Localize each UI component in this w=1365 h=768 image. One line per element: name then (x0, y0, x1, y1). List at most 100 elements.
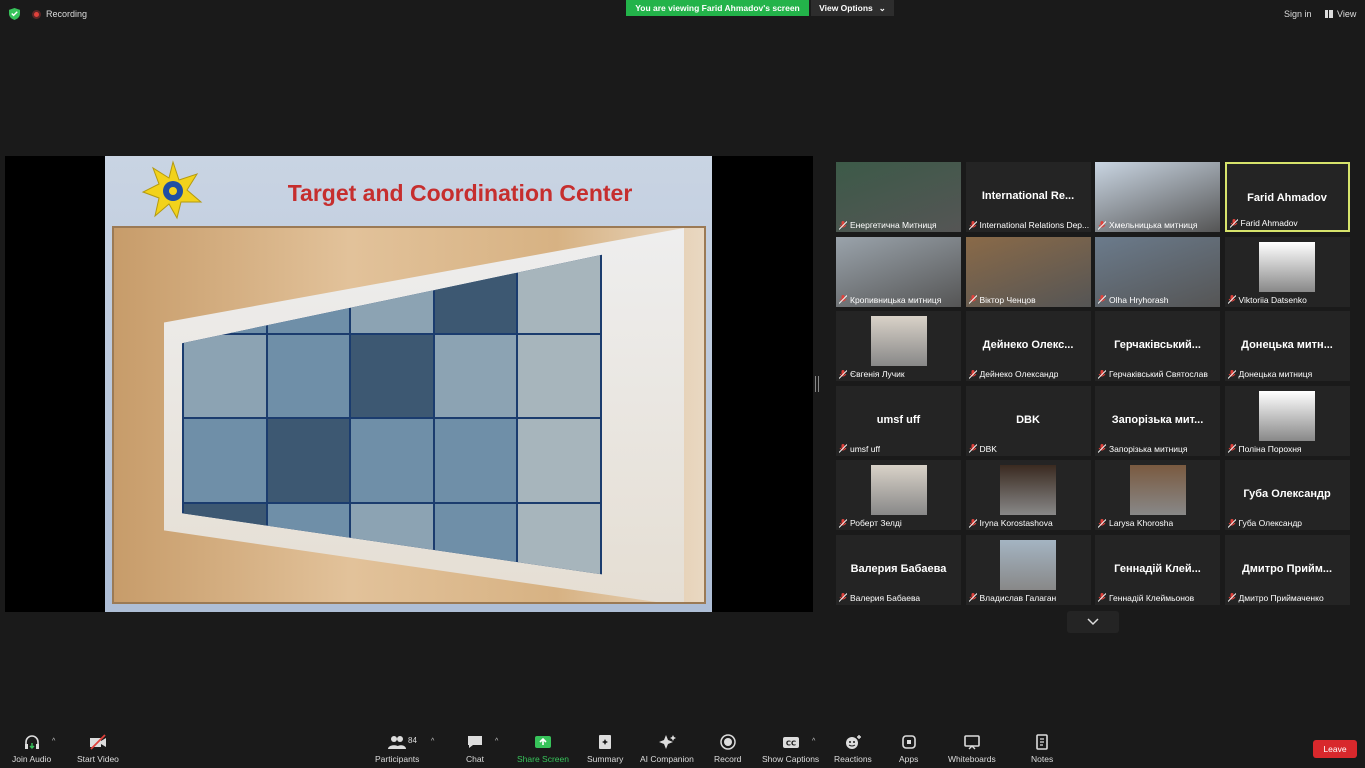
participant-display-name: umsf uff (876, 413, 921, 426)
participant-avatar (1000, 539, 1056, 590)
record-label: Record (714, 754, 742, 764)
participant-tile[interactable]: Владислав Галаган (965, 534, 1091, 605)
leave-button[interactable]: Leave (1313, 740, 1357, 758)
mic-muted-icon (968, 444, 977, 453)
participant-name-label: Iryna Korostashova (968, 518, 1053, 528)
mic-muted-icon (839, 295, 847, 304)
participant-tile[interactable]: umsf uff umsf uff (836, 385, 961, 456)
participant-tile[interactable]: Запорізька мит... Запорізька митниця (1095, 385, 1220, 456)
participant-name-label: Енергетична Митниця (839, 220, 937, 230)
view-label: View (1337, 9, 1357, 19)
participant-name: Larysa Khorosha (1109, 518, 1174, 528)
participant-tile[interactable]: Губа Олександр Губа Олександр (1224, 460, 1350, 530)
participant-avatar (1259, 390, 1315, 441)
participant-tile[interactable]: International Re... International Relatio… (965, 162, 1091, 232)
closed-captions-icon: CC (782, 737, 799, 748)
participant-tile[interactable]: Поліна Порохня (1224, 385, 1350, 456)
participant-tile[interactable]: Донецька митн... Донецька митниця (1224, 311, 1350, 381)
mic-muted-icon (1098, 444, 1106, 453)
mic-muted-icon (1098, 295, 1106, 304)
start-video-button[interactable]: Start Video (77, 734, 119, 764)
participant-tile[interactable]: Валерия Бабаева Валерия Бабаева (836, 534, 961, 605)
participant-tile[interactable]: Olha Hryhorash (1095, 236, 1220, 307)
participant-display-name: Валерия Бабаева (850, 562, 947, 575)
participant-name: Герчаківський Святослав (1109, 369, 1208, 379)
sign-in-link[interactable]: Sign in (1284, 9, 1312, 19)
mic-muted-icon (1098, 518, 1106, 528)
participant-name: Viktoriia Datsenko (1238, 294, 1307, 305)
participant-tile[interactable]: Герчаківський... Герчаківський Святослав (1095, 311, 1220, 381)
participant-display-name: Запорізька мит... (1111, 413, 1204, 426)
participant-tile[interactable]: Енергетична Митниця (836, 162, 961, 232)
participant-display-name: International Re... (981, 190, 1075, 202)
mic-muted-icon (1227, 295, 1236, 304)
participant-name: Валерия Бабаева (850, 592, 921, 603)
apps-button[interactable]: Apps (899, 734, 918, 764)
captions-options-caret[interactable]: ^ (812, 738, 815, 745)
participant-tile[interactable]: DBK DBK (965, 385, 1091, 456)
show-captions-button[interactable]: CC Show Captions (762, 734, 819, 764)
participant-avatar (1259, 241, 1315, 292)
participant-name: International Relations Dep... (979, 220, 1089, 230)
participant-name-label: Віктор Ченцов (968, 295, 1036, 305)
record-button[interactable]: Record (714, 734, 741, 764)
audio-options-caret[interactable]: ^ (52, 738, 55, 745)
participant-tile[interactable]: Кропивницька митниця (836, 236, 961, 307)
whiteboard-icon (964, 735, 980, 750)
participant-tile[interactable]: Євгенія Лучик (836, 311, 961, 381)
view-button[interactable]: View (1325, 9, 1356, 19)
join-audio-button[interactable]: Join Audio (12, 734, 51, 764)
participant-tile[interactable]: Viktoriia Datsenko (1224, 236, 1350, 307)
participant-avatar (1129, 465, 1186, 515)
chevron-down-icon: ⌄ (878, 2, 886, 13)
notes-icon (1036, 734, 1048, 750)
participant-tile[interactable]: Farid Ahmadov Farid Ahmadov (1224, 162, 1350, 232)
participant-name-label: umsf uff (839, 444, 880, 454)
view-options-button[interactable]: View Options ⌄ (811, 0, 894, 16)
participant-tile[interactable]: Дейнеко Олекс... Дейнеко Олександр (965, 311, 1091, 381)
chat-button[interactable]: Chat (466, 734, 484, 764)
show-captions-label: Show Captions (762, 754, 820, 764)
panel-resize-handle[interactable] (815, 376, 819, 392)
recording-indicator[interactable]: Recording (32, 9, 87, 19)
shared-screen[interactable]: Target and Coordination Center (5, 156, 813, 612)
participant-name-label: Герчаківський Святослав (1098, 369, 1208, 379)
participant-display-name: Герчаківський... (1114, 339, 1201, 351)
participant-name: Хмельницька митниця (1109, 220, 1198, 230)
mic-muted-icon (839, 593, 847, 602)
participants-options-caret[interactable]: ^ (431, 738, 434, 745)
record-icon (719, 734, 736, 750)
mic-muted-icon (968, 220, 977, 230)
participant-display-name: Губа Олександр (1243, 488, 1331, 500)
chat-options-caret[interactable]: ^ (495, 738, 498, 745)
whiteboards-button[interactable]: Whiteboards (948, 734, 996, 764)
participant-tile[interactable]: Віктор Ченцов (965, 236, 1091, 307)
ai-companion-button[interactable]: AI Companion (640, 734, 694, 764)
participant-tile[interactable]: Дмитро Прийм... Дмитро Приймаченко (1224, 534, 1350, 605)
slide-title: Target and Coordination Center (287, 180, 633, 206)
participant-display-name: Дейнеко Олекс... (982, 339, 1074, 351)
participant-tile[interactable]: Larysa Khorosha (1095, 460, 1220, 530)
reactions-button[interactable]: Reactions (834, 734, 872, 764)
start-video-label: Start Video (77, 754, 119, 764)
participant-tile[interactable]: Iryna Korostashova (965, 460, 1091, 530)
chat-label: Chat (466, 754, 484, 764)
summary-button[interactable]: Summary (587, 734, 623, 764)
share-screen-button[interactable]: Share Screen (517, 734, 569, 764)
participant-tile[interactable]: Роберт Зелді (836, 460, 961, 530)
participant-tile[interactable]: Геннадій Клей... Геннадій Клеймьонов (1095, 534, 1220, 605)
participant-tile[interactable]: Хмельницька митниця (1095, 162, 1220, 232)
participant-name-label: Хмельницька митниця (1098, 220, 1197, 230)
participant-name: Дмитро Приймаченко (1238, 592, 1324, 603)
notes-label: Notes (1031, 754, 1054, 764)
notes-button[interactable]: Notes (1031, 734, 1053, 764)
participant-avatar (870, 465, 927, 515)
share-screen-label: Share Screen (517, 754, 569, 764)
participant-display-name: Farid Ahmadov (1247, 192, 1327, 204)
participant-name: Енергетична Митниця (850, 220, 937, 230)
chevron-down-icon (1087, 618, 1099, 626)
summary-label: Summary (587, 754, 624, 764)
headphones-icon (24, 735, 39, 749)
gallery-next-page-button[interactable] (1067, 611, 1119, 633)
emblem-star-icon (141, 160, 203, 220)
